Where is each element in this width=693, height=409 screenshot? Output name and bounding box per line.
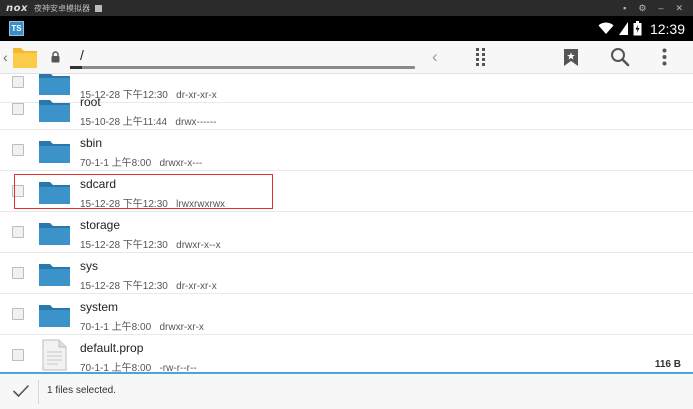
row-name: storage: [80, 218, 121, 232]
wifi-icon: [598, 22, 614, 34]
row-name: default.prop: [80, 341, 144, 355]
row-size: 116 B: [654, 359, 681, 370]
row-meta: 15-12-28 下午12:30 dr-xr-xr-x: [80, 281, 217, 292]
lock-icon: [51, 51, 60, 63]
file-row-sbin[interactable]: sbin 70-1-1 上午8:00 drwxr-x---: [0, 130, 693, 171]
file-row-storage[interactable]: storage 15-12-28 下午12:30 drwxr-x--x: [0, 212, 693, 253]
emulator-title-bar: nox 夜神安卓模拟器 ▪ ⚙ – ✕: [0, 0, 693, 16]
row-checkbox[interactable]: [12, 267, 24, 279]
row-name: system: [80, 300, 119, 314]
confirm-selection-icon[interactable]: [12, 384, 30, 398]
file-manager-toolbar: ‹ / ‹: [0, 41, 693, 74]
app-folder-icon[interactable]: [11, 44, 39, 70]
folder-icon: [38, 302, 71, 333]
bottom-bar-divider: [38, 380, 39, 404]
row-checkbox[interactable]: [12, 144, 24, 156]
status-indicators: 12:39: [598, 21, 685, 37]
file-icon: [41, 339, 67, 372]
row-meta: 15-12-28 下午12:30 drwxr-x--x: [80, 240, 221, 251]
row-checkbox[interactable]: [12, 103, 24, 115]
file-row-default-prop[interactable]: default.prop 70-1-1 上午8:00 -rw-r--r-- 116 …: [0, 335, 693, 372]
row-name: root: [80, 95, 101, 109]
emulator-window-controls: ▪ ⚙ – ✕: [623, 3, 683, 14]
emulator-badge-icon: [94, 4, 102, 12]
emulator-menu-icon[interactable]: ▪: [623, 3, 626, 14]
emulator-minimize-icon[interactable]: –: [658, 3, 663, 14]
battery-icon: [633, 21, 642, 36]
emulator-close-icon[interactable]: ✕: [675, 3, 683, 14]
selection-bar: 1 files selected.: [0, 372, 693, 409]
back-chevron-icon[interactable]: ‹: [3, 49, 8, 65]
path-scroll-bar[interactable]: [70, 66, 415, 69]
android-status-bar: TS 12:39: [0, 16, 693, 41]
status-time: 12:39: [649, 20, 685, 37]
view-mode-icon[interactable]: [476, 48, 486, 66]
signal-icon: [618, 22, 628, 35]
row-meta: 15-10-28 上午11:44 drwx------: [80, 117, 217, 128]
emulator-settings-icon[interactable]: ⚙: [638, 3, 646, 14]
row-checkbox[interactable]: [12, 308, 24, 320]
emulator-title: 夜神安卓模拟器: [33, 3, 90, 13]
file-list: 15-12-28 下午12:30 dr-xr-xr-x root 15-10-28 …: [0, 74, 693, 372]
folder-icon: [38, 261, 71, 292]
row-meta: 70-1-1 上午8:00 drwxr-xr-x: [80, 322, 204, 333]
folder-icon: [38, 97, 71, 128]
folder-icon: [38, 220, 71, 251]
file-row-root[interactable]: root 15-10-28 上午11:44 drwx------: [0, 89, 693, 130]
search-icon[interactable]: [610, 47, 630, 67]
emulator-logo: nox: [6, 2, 28, 14]
current-path[interactable]: /: [80, 47, 84, 63]
file-row-sys[interactable]: sys 15-12-28 下午12:30 dr-xr-xr-x: [0, 253, 693, 294]
row-name: sys: [80, 259, 98, 273]
sdcard-highlight-box: [14, 174, 273, 209]
nav-previous-icon[interactable]: ‹: [432, 47, 438, 67]
row-meta: 70-1-1 上午8:00 drwxr-x---: [80, 158, 203, 169]
row-checkbox[interactable]: [12, 349, 24, 361]
file-row-system[interactable]: system 70-1-1 上午8:00 drwxr-xr-x: [0, 294, 693, 335]
bookmark-icon[interactable]: [563, 48, 579, 67]
folder-icon: [38, 138, 71, 169]
app-notification-icon: TS: [9, 21, 24, 36]
selection-count-text: 1 files selected.: [47, 385, 116, 396]
row-checkbox[interactable]: [12, 76, 24, 88]
row-meta: 70-1-1 上午8:00 -rw-r--r--: [80, 363, 197, 372]
path-scroll-thumb[interactable]: [70, 66, 82, 69]
more-options-icon[interactable]: [662, 48, 667, 66]
row-name: sbin: [80, 136, 103, 150]
row-checkbox[interactable]: [12, 226, 24, 238]
